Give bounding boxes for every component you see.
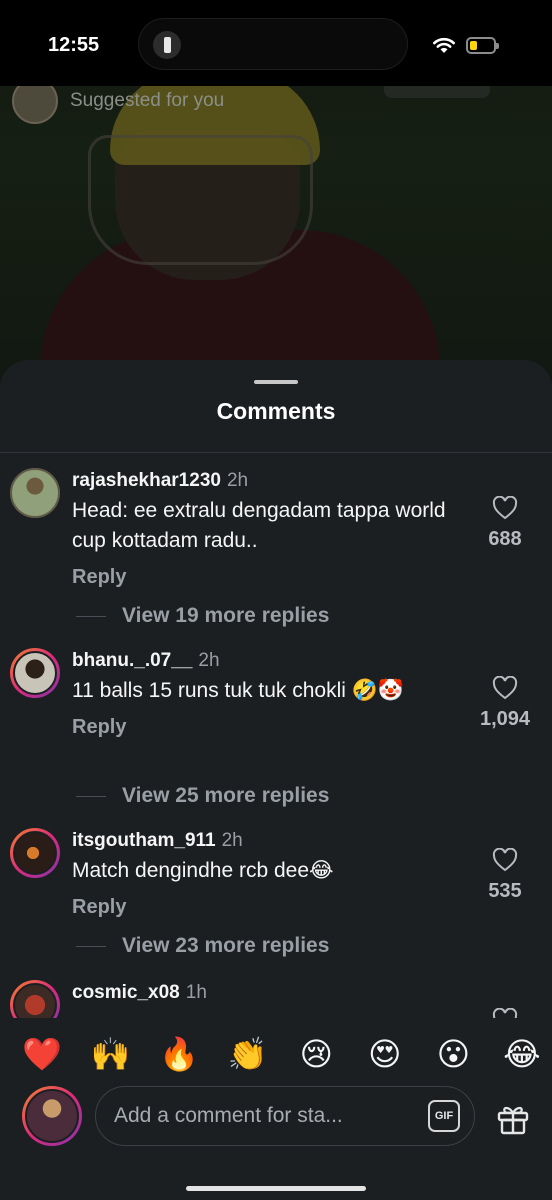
battery-icon [466,37,499,54]
flashlight-icon [153,31,181,59]
emoji-clap[interactable]: 👏 [228,1034,268,1074]
commenter-avatar[interactable] [10,648,60,698]
avatar-image [13,831,57,875]
avatar-image [10,468,60,518]
like-button[interactable]: 1,094 [466,676,544,731]
quick-emoji-bar: ❤️ 🙌 🔥 👏 😢 😍 😮 😂 [22,1034,542,1074]
user-avatar [22,1086,82,1146]
divider [0,452,552,453]
comment-header: itsgoutham_911 2h [72,830,472,852]
gif-button[interactable]: GIF [428,1100,460,1132]
avatar-image [13,983,57,1018]
heart-icon [492,496,518,520]
home-indicator[interactable] [186,1186,366,1191]
view-replies-button[interactable]: View 25 more replies [76,784,329,808]
sheet-grabber[interactable] [254,380,298,384]
like-count: 688 [488,528,522,550]
comment-header: rajashekhar1230 2h [72,470,472,492]
replies-line [76,945,106,947]
dynamic-island [138,18,408,70]
comment-body: cosmic_x08 1h [72,982,472,1004]
emoji-raised-hands[interactable]: 🙌 [91,1034,131,1074]
comment-time: 2h [226,470,249,491]
heart-icon [492,848,518,872]
like-count: 535 [488,880,522,902]
view-replies-label: View 23 more replies [122,934,330,957]
reply-button[interactable]: Reply [72,716,126,739]
comment-text: Head: ee extralu dengadam tappa world cu… [72,499,446,552]
avatar-image [25,1089,79,1143]
view-replies-button[interactable]: View 23 more replies [76,934,329,958]
wifi-icon [433,37,455,53]
reply-button[interactable]: Reply [72,566,126,589]
battery-level [470,41,477,50]
comment-body: itsgoutham_911 2h Match dengindhe rcb dee… [72,830,472,919]
comment-input-placeholder: Add a comment for sta... [114,1104,343,1127]
view-replies-button[interactable]: View 19 more replies [76,604,329,628]
heart-icon [492,676,518,700]
emoji-heart-eyes[interactable]: 😍 [365,1034,405,1074]
comments-list[interactable]: rajashekhar1230 2h Head: ee extralu denga… [0,460,552,1018]
commenter-avatar[interactable] [10,828,60,878]
commenter-avatar[interactable] [10,468,60,518]
sheet-title: Comments [216,398,336,424]
comment-composer-area: ❤️ 🙌 🔥 👏 😢 😍 😮 😂 Add a comment for sta..… [0,1020,552,1200]
replies-line [76,615,106,617]
gift-icon[interactable] [496,1102,530,1136]
comment-text: Match dengindhe rcb dee😂 [72,859,334,882]
comment-time: 2h [221,830,243,851]
like-button[interactable]: 535 [466,848,544,903]
status-time: 12:55 [48,34,100,56]
view-replies-label: View 25 more replies [122,784,330,807]
emoji-heart[interactable]: ❤️ [22,1034,62,1074]
like-count: 1,094 [479,708,531,730]
comment-text: 11 balls 15 runs tuk tuk chokli 🤣🤡 [72,679,405,702]
emoji-laughing[interactable]: 😂 [502,1034,542,1074]
reply-button[interactable]: Reply [72,896,126,919]
comment-header: cosmic_x08 1h [72,982,472,1004]
like-button[interactable]: 688 [466,496,544,551]
emoji-fire[interactable]: 🔥 [159,1034,199,1074]
comment-username[interactable]: bhanu._.07__ [72,650,192,671]
heart-icon [492,1008,518,1018]
comment-time: 1h [185,982,207,1003]
comment-username[interactable]: itsgoutham_911 [72,830,216,851]
emoji-crying[interactable]: 😢 [296,1034,336,1074]
status-bar: 12:55 [0,0,552,86]
comment-header: bhanu._.07__ 2h [72,650,472,672]
view-replies-label: View 19 more replies [122,604,330,627]
replies-line [76,795,106,797]
comment-body: bhanu._.07__ 2h 11 balls 15 runs tuk tuk … [72,650,472,739]
avatar-image [13,651,57,695]
like-button[interactable] [466,1008,544,1018]
comment-username[interactable]: cosmic_x08 [72,982,180,1003]
suggested-label: Suggested for you [70,90,225,111]
comment-input[interactable]: Add a comment for sta... GIF [95,1086,475,1146]
emoji-surprised[interactable]: 😮 [433,1034,473,1074]
commenter-avatar[interactable] [10,980,60,1018]
comment-body: rajashekhar1230 2h Head: ee extralu denga… [72,470,472,589]
comment-time: 2h [198,650,220,671]
comment-username[interactable]: rajashekhar1230 [72,470,221,491]
